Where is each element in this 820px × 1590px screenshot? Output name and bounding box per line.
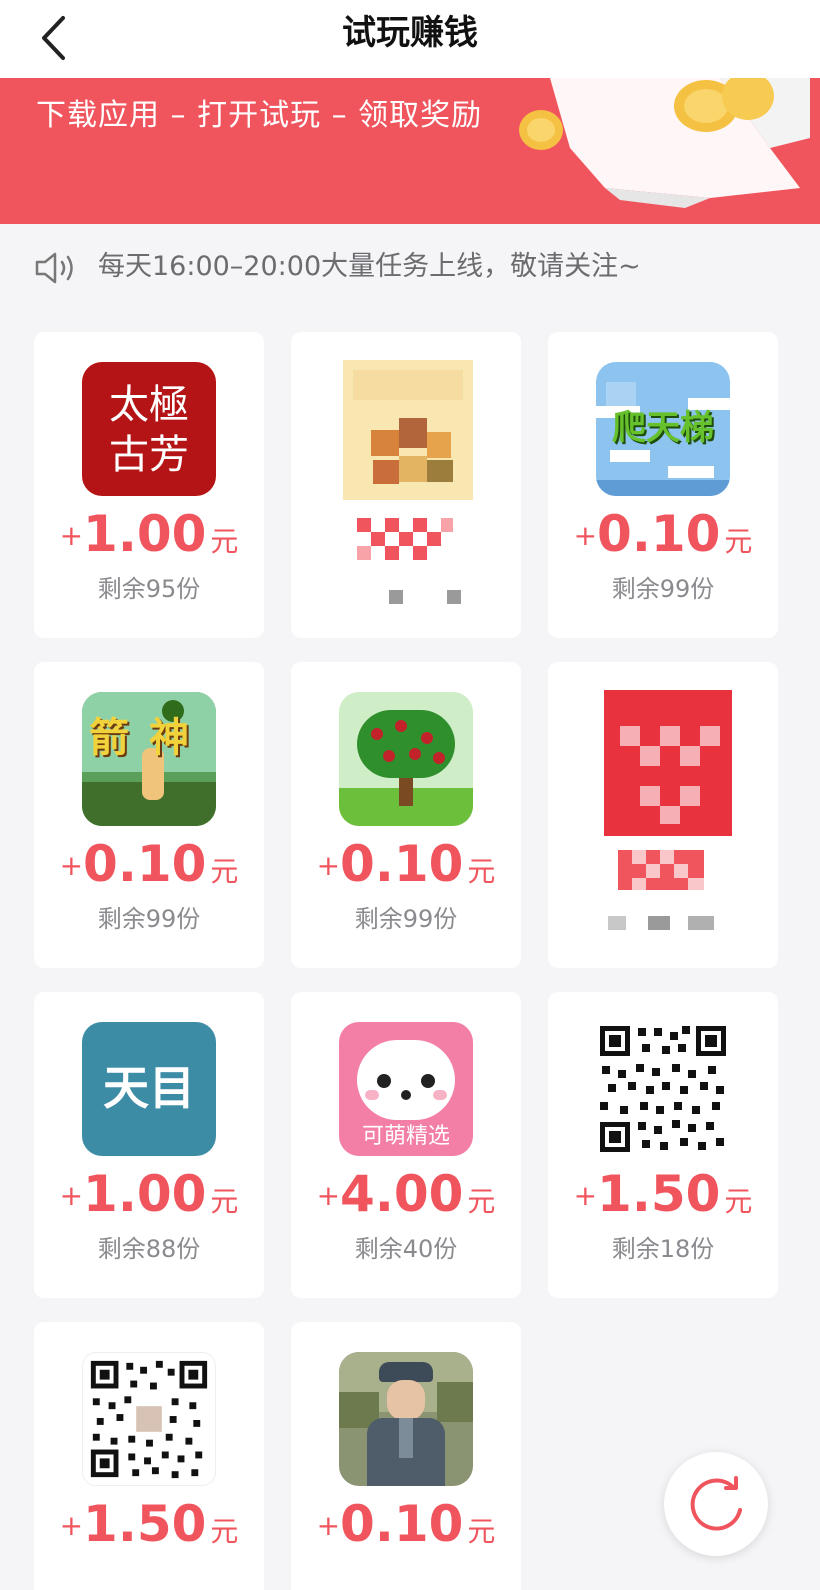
task-card[interactable]: 箭神 +0.10 元 剩余99份	[34, 662, 264, 968]
app-icon-text: 太極	[109, 382, 189, 428]
tianmu-app-icon: 天目	[82, 1022, 216, 1156]
reward-amount: +0.10 元	[316, 1495, 496, 1553]
task-card[interactable]: +0.10 元 剩余99份	[291, 662, 521, 968]
pixelated-remaining-count	[608, 916, 718, 930]
refresh-button[interactable]	[664, 1452, 768, 1556]
reward-amount: +4.00 元	[316, 1165, 496, 1223]
pixelated-reward-amount	[618, 850, 704, 890]
reward-amount: +0.10 元	[573, 505, 753, 563]
reward-amount: +1.50 元	[59, 1495, 239, 1553]
remaining-count: 剩余95份	[97, 575, 201, 603]
navigation-bar: 试玩赚钱	[0, 0, 820, 78]
reward-amount: +1.00 元	[59, 505, 239, 563]
pixelated-app-icon	[604, 690, 732, 836]
app-icon-text: 古芳	[109, 432, 189, 478]
notice-text: 每天16:00–20:00大量任务上线，敬请关注~	[98, 251, 641, 282]
app-icon-text: 可萌精选	[361, 1124, 450, 1149]
app-icon-text: 爬天梯	[612, 408, 714, 448]
remaining-count: 剩余40份	[354, 1235, 458, 1263]
kemeng-jingxuan-app-icon: 可萌精选	[339, 1022, 473, 1156]
promo-banner: 下载应用 – 打开试玩 – 领取奖励	[0, 78, 820, 224]
soldier-game-app-icon	[339, 1352, 473, 1486]
reward-amount: +1.00 元	[59, 1165, 239, 1223]
jian-shen-app-icon: 箭神	[82, 692, 216, 826]
task-card[interactable]: +1.50 元	[34, 1322, 264, 1590]
app-icon-text: 天目	[103, 1061, 195, 1115]
pixelated-remaining-count	[389, 590, 469, 604]
app-icon-text: 箭神	[89, 715, 209, 761]
remaining-count: 剩余99份	[611, 575, 715, 603]
task-card[interactable]: 可萌精选 +4.00 元 剩余40份	[291, 992, 521, 1298]
money-bag-illustration	[519, 78, 810, 208]
pixelated-app-icon	[343, 360, 473, 500]
speaker-icon	[35, 252, 73, 284]
pa-tian-ti-app-icon: 爬天梯	[596, 362, 730, 496]
page-title: 试玩赚钱	[342, 13, 478, 53]
qr-code-icon	[82, 1352, 216, 1486]
taiji-gufang-app-icon: 太極 古芳	[82, 362, 216, 496]
reward-amount: +0.10 元	[59, 835, 239, 893]
remaining-count: 剩余99份	[354, 905, 458, 933]
notice-bar: 每天16:00–20:00大量任务上线，敬请关注~	[0, 224, 820, 314]
reward-amount: +0.10 元	[316, 835, 496, 893]
task-card[interactable]: 太極 古芳 +1.00 元 剩余95份	[34, 332, 264, 638]
task-card[interactable]: +1.50 元 剩余18份	[548, 992, 778, 1298]
fruit-tree-app-icon	[339, 692, 473, 826]
task-card[interactable]: 天目 +1.00 元 剩余88份	[34, 992, 264, 1298]
task-card[interactable]	[291, 332, 521, 638]
task-card[interactable]	[548, 662, 778, 968]
task-card[interactable]: +0.10 元	[291, 1322, 521, 1590]
reward-amount: +1.50 元	[573, 1165, 753, 1223]
banner-text: 下载应用 – 打开试玩 – 领取奖励	[36, 98, 483, 133]
refresh-icon	[690, 1476, 742, 1531]
pixelated-reward-amount	[357, 518, 453, 562]
remaining-count: 剩余99份	[97, 905, 201, 933]
remaining-count: 剩余88份	[97, 1235, 201, 1263]
qr-code-icon	[596, 1022, 730, 1156]
task-card[interactable]: 爬天梯 +0.10 元 剩余99份	[548, 332, 778, 638]
remaining-count: 剩余18份	[611, 1235, 715, 1263]
